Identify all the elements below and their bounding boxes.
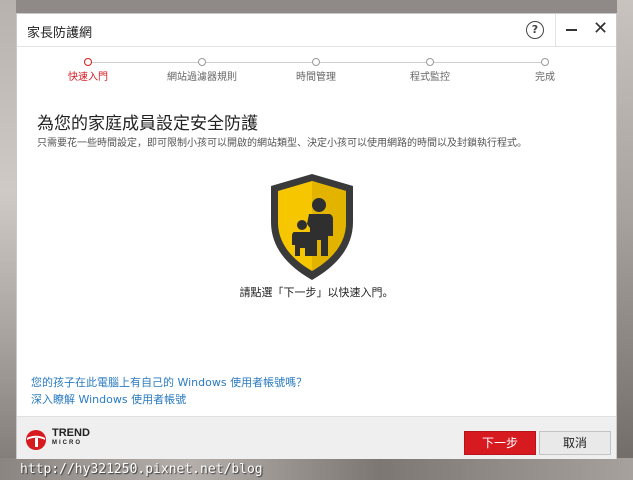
step-dot-time-management xyxy=(312,58,320,66)
cancel-button[interactable]: 取消 xyxy=(539,431,611,455)
title-bar: 家長防護網 ? ✕ xyxy=(17,14,616,47)
desktop-background-right xyxy=(617,0,633,480)
page-description: 只需要花一些時間設定，即可限制小孩可以開啟的網站類型、決定小孩可以使用網路的時間… xyxy=(37,138,527,149)
windows-account-question-link[interactable]: 您的孩子在此電腦上有自己的 Windows 使用者帳號嗎？ xyxy=(31,374,307,390)
close-icon[interactable]: ✕ xyxy=(593,19,608,39)
window-title: 家長防護網 xyxy=(27,26,93,41)
step-label-finish: 完成 xyxy=(535,72,555,83)
step-dot-quick-start xyxy=(84,58,92,66)
minimize-icon[interactable] xyxy=(566,29,577,31)
instruction-text: 請點選「下一步」以快速入門。 xyxy=(239,286,394,299)
step-label-program-monitor: 程式監控 xyxy=(410,72,450,83)
desktop-background-left xyxy=(0,0,16,480)
trend-micro-logo: TREND MICRO xyxy=(52,428,90,447)
logo-brand: TREND xyxy=(52,427,90,439)
step-dot-program-monitor xyxy=(426,58,434,66)
step-label-quick-start: 快速入門 xyxy=(68,72,108,83)
step-dot-web-filter xyxy=(198,58,206,66)
family-shield-icon xyxy=(271,174,353,280)
step-label-time-management: 時間管理 xyxy=(296,72,336,83)
step-dot-finish xyxy=(541,58,549,66)
learn-windows-accounts-link[interactable]: 深入瞭解 Windows 使用者帳號 xyxy=(31,391,186,407)
titlebar-separator xyxy=(555,14,556,46)
dialog-footer: TREND MICRO 下一步 取消 xyxy=(17,416,616,459)
parental-controls-dialog: 家長防護網 ? ✕ 快速入門 網站過濾器規則 時間管理 程式監控 完成 為您的家… xyxy=(16,13,617,459)
watermark: http://hy321250.pixnet.net/blog xyxy=(20,462,263,477)
next-button[interactable]: 下一步 xyxy=(464,431,536,455)
help-icon[interactable]: ? xyxy=(526,21,544,39)
trend-micro-logo-icon xyxy=(26,430,46,450)
wizard-steps: 快速入門 網站過濾器規則 時間管理 程式監控 完成 xyxy=(17,54,616,84)
step-label-web-filter: 網站過濾器規則 xyxy=(167,72,237,83)
page-title: 為您的家庭成員設定安全防護 xyxy=(37,114,258,134)
logo-brand-sub: MICRO xyxy=(52,440,82,446)
